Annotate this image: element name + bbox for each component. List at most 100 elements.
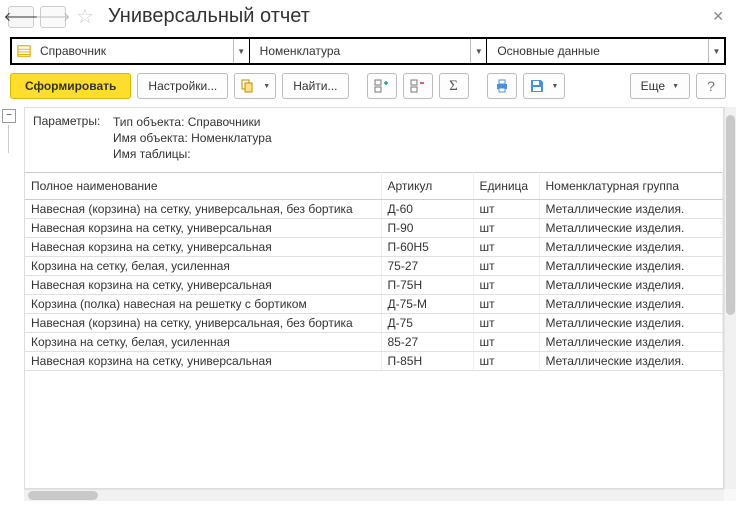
param-line: Тип объекта: Справочники bbox=[113, 114, 272, 130]
cell-group: Металлические изделия. bbox=[539, 352, 723, 371]
cell-article: П-85Н bbox=[381, 352, 473, 371]
cell-group: Металлические изделия. bbox=[539, 257, 723, 276]
table-row[interactable]: Навесная корзина на сетку, универсальная… bbox=[25, 276, 723, 295]
printer-icon bbox=[494, 78, 510, 94]
cell-article: П-90 bbox=[381, 219, 473, 238]
forward-button[interactable]: 🡒 bbox=[40, 6, 66, 28]
generate-button[interactable]: Сформировать bbox=[10, 73, 131, 99]
page-title: Универсальный отчет bbox=[108, 5, 310, 28]
cell-name: Навесная (корзина) на сетку, универсальн… bbox=[25, 200, 381, 219]
settings-button-label: Настройки... bbox=[148, 79, 217, 93]
scrollbar-thumb[interactable] bbox=[726, 115, 735, 315]
variants-button[interactable]: ▼ bbox=[234, 73, 276, 99]
selector-object-name[interactable]: Номенклатура ▼ bbox=[249, 39, 487, 63]
cell-name: Корзина на сетку, белая, усиленная bbox=[25, 257, 381, 276]
cell-article: П-60Н5 bbox=[381, 238, 473, 257]
more-button[interactable]: Еще ▼ bbox=[630, 73, 690, 99]
cell-unit: шт bbox=[473, 352, 539, 371]
selector-object-type-text: Справочник bbox=[36, 44, 233, 58]
column-header-unit[interactable]: Единица bbox=[473, 173, 539, 200]
report-body: Параметры: Тип объекта: Справочники Имя … bbox=[24, 107, 724, 489]
cell-name: Навесная корзина на сетку, универсальная bbox=[25, 219, 381, 238]
dropdown-icon[interactable]: ▼ bbox=[470, 39, 486, 63]
cell-unit: шт bbox=[473, 295, 539, 314]
cell-article: П-75Н bbox=[381, 276, 473, 295]
expand-groups-button[interactable] bbox=[367, 73, 397, 99]
cell-name: Навесная (корзина) на сетку, универсальн… bbox=[25, 314, 381, 333]
cell-unit: шт bbox=[473, 257, 539, 276]
table-row[interactable]: Навесная корзина на сетку, универсальная… bbox=[25, 352, 723, 371]
close-button[interactable]: ✕ bbox=[708, 4, 728, 29]
parameters-label: Параметры: bbox=[33, 114, 113, 162]
table-row[interactable]: Корзина на сетку, белая, усиленная75-27ш… bbox=[25, 257, 723, 276]
find-button[interactable]: Найти... bbox=[282, 73, 348, 99]
generate-button-label: Сформировать bbox=[25, 79, 116, 93]
table-row[interactable]: Навесная корзина на сетку, универсальная… bbox=[25, 238, 723, 257]
help-button[interactable]: ? bbox=[696, 73, 726, 99]
cell-article: 75-27 bbox=[381, 257, 473, 276]
cell-name: Навесная корзина на сетку, универсальная bbox=[25, 238, 381, 257]
cell-group: Металлические изделия. bbox=[539, 314, 723, 333]
cell-article: 85-27 bbox=[381, 333, 473, 352]
table-row[interactable]: Корзина (полка) навесная на решетку с бо… bbox=[25, 295, 723, 314]
outline-line bbox=[8, 125, 22, 153]
cell-group: Металлические изделия. bbox=[539, 200, 723, 219]
column-header-name[interactable]: Полное наименование bbox=[25, 173, 381, 200]
cell-group: Металлические изделия. bbox=[539, 238, 723, 257]
cell-name: Корзина на сетку, белая, усиленная bbox=[25, 333, 381, 352]
chevron-down-icon: ▼ bbox=[672, 83, 679, 90]
print-button[interactable] bbox=[487, 73, 517, 99]
collapse-groups-button[interactable] bbox=[403, 73, 433, 99]
sigma-icon: Σ bbox=[449, 78, 458, 95]
table-header-row: Полное наименование Артикул Единица Номе… bbox=[25, 173, 723, 200]
horizontal-scrollbar[interactable] bbox=[24, 489, 724, 501]
expand-icon bbox=[374, 78, 390, 94]
collapse-icon bbox=[410, 78, 426, 94]
parameters-block: Параметры: Тип объекта: Справочники Имя … bbox=[25, 108, 723, 172]
dropdown-icon[interactable]: ▼ bbox=[233, 39, 249, 63]
selector-object-name-text: Номенклатура bbox=[250, 44, 471, 58]
outline-gutter: − bbox=[0, 107, 24, 489]
vertical-scrollbar[interactable] bbox=[724, 107, 736, 489]
cell-unit: шт bbox=[473, 238, 539, 257]
catalog-icon bbox=[16, 44, 32, 58]
chevron-down-icon: ▼ bbox=[552, 83, 559, 90]
table-row[interactable]: Корзина на сетку, белая, усиленная85-27ш… bbox=[25, 333, 723, 352]
save-button[interactable]: ▼ bbox=[523, 73, 565, 99]
table-row[interactable]: Навесная (корзина) на сетку, универсальн… bbox=[25, 314, 723, 333]
cell-unit: шт bbox=[473, 219, 539, 238]
sum-button[interactable]: Σ bbox=[439, 73, 469, 99]
report-table: Полное наименование Артикул Единица Номе… bbox=[25, 172, 723, 371]
back-button[interactable]: 🡐 bbox=[8, 6, 34, 28]
column-header-group[interactable]: Номенклатурная группа bbox=[539, 173, 723, 200]
scrollbar-corner bbox=[724, 489, 736, 501]
chevron-down-icon: ▼ bbox=[263, 83, 270, 90]
selector-dataset-text: Основные данные bbox=[487, 44, 708, 58]
variants-icon bbox=[240, 78, 256, 94]
cell-unit: шт bbox=[473, 276, 539, 295]
cell-name: Навесная корзина на сетку, универсальная bbox=[25, 276, 381, 295]
selector-dataset[interactable]: Основные данные ▼ bbox=[486, 39, 724, 63]
cell-unit: шт bbox=[473, 314, 539, 333]
dropdown-icon[interactable]: ▼ bbox=[708, 39, 724, 63]
selector-object-type[interactable]: Справочник ▼ bbox=[12, 39, 249, 63]
cell-group: Металлические изделия. bbox=[539, 276, 723, 295]
table-row[interactable]: Навесная корзина на сетку, универсальная… bbox=[25, 219, 723, 238]
toolbar: Сформировать Настройки... ▼ Найти... Σ ▼… bbox=[0, 73, 736, 107]
floppy-icon bbox=[529, 78, 545, 94]
cell-article: Д-75-М bbox=[381, 295, 473, 314]
table-row[interactable]: Навесная (корзина) на сетку, универсальн… bbox=[25, 200, 723, 219]
cell-name: Навесная корзина на сетку, универсальная bbox=[25, 352, 381, 371]
favorite-star-icon[interactable]: ☆ bbox=[74, 6, 96, 28]
more-button-label: Еще bbox=[641, 79, 665, 93]
cell-group: Металлические изделия. bbox=[539, 219, 723, 238]
settings-button[interactable]: Настройки... bbox=[137, 73, 228, 99]
cell-unit: шт bbox=[473, 200, 539, 219]
selector-bar: Справочник ▼ Номенклатура ▼ Основные дан… bbox=[10, 37, 726, 65]
outline-collapse-button[interactable]: − bbox=[2, 109, 16, 123]
param-line: Имя таблицы: bbox=[113, 146, 272, 162]
scrollbar-thumb[interactable] bbox=[28, 491, 98, 500]
param-line: Имя объекта: Номенклатура bbox=[113, 130, 272, 146]
column-header-article[interactable]: Артикул bbox=[381, 173, 473, 200]
cell-article: Д-60 bbox=[381, 200, 473, 219]
